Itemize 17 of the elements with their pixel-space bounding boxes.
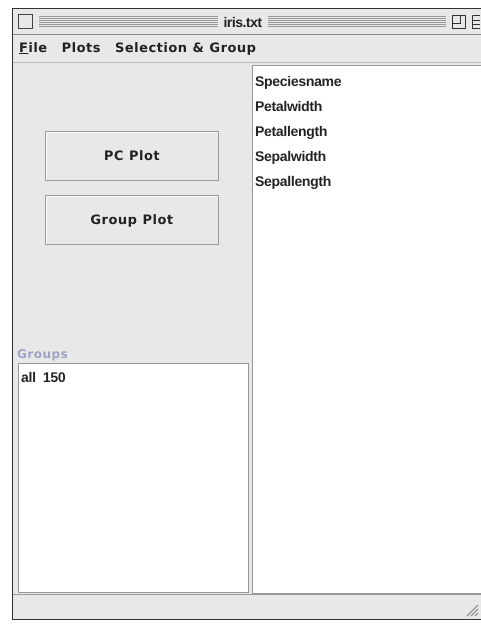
- zoom-box-icon[interactable]: [452, 14, 466, 28]
- group-item[interactable]: all 150: [21, 367, 246, 387]
- variable-item[interactable]: Petallength: [255, 119, 479, 144]
- menu-item[interactable]: Plots: [62, 41, 101, 56]
- variable-item[interactable]: Sepallength: [255, 169, 479, 194]
- menu-item[interactable]: Selection & Group: [115, 41, 256, 56]
- variable-item[interactable]: Sepalwidth: [255, 144, 479, 169]
- plot-button[interactable]: PC Plot: [45, 131, 219, 181]
- collapse-box-icon[interactable]: [472, 14, 480, 28]
- resize-grip-icon[interactable]: [465, 603, 479, 617]
- variable-item[interactable]: Petalwidth: [255, 94, 479, 119]
- window-title: iris.txt: [224, 14, 262, 30]
- menu-item[interactable]: File: [19, 41, 48, 56]
- close-box[interactable]: [18, 14, 33, 29]
- variable-item[interactable]: Speciesname: [255, 69, 479, 94]
- groups-label: Groups: [16, 347, 70, 363]
- plot-button[interactable]: Group Plot: [45, 195, 219, 245]
